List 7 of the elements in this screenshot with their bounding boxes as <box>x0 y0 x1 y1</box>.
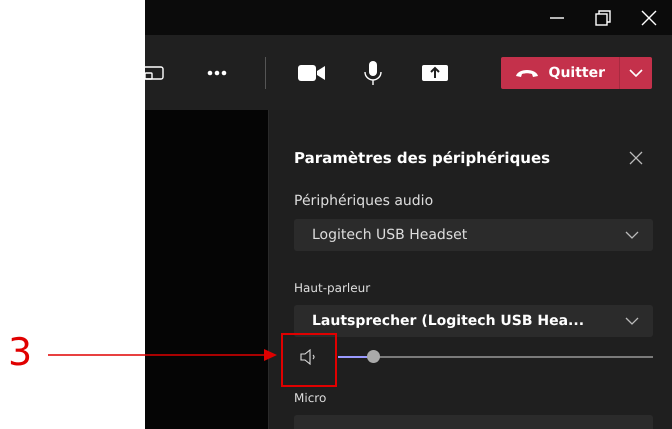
field-label: Périphériques audio <box>294 193 434 209</box>
speaker-dropdown[interactable]: Lautsprecher (Logitech USB Hea... <box>294 305 653 337</box>
audio-device-dropdown[interactable]: Logitech USB Headset <box>294 219 653 251</box>
field-label: Haut-parleur <box>294 281 372 295</box>
field-label: Micro <box>294 391 328 405</box>
panel-title: Paramètres des périphériques <box>294 149 550 167</box>
annotation-number: 3 <box>8 330 32 374</box>
